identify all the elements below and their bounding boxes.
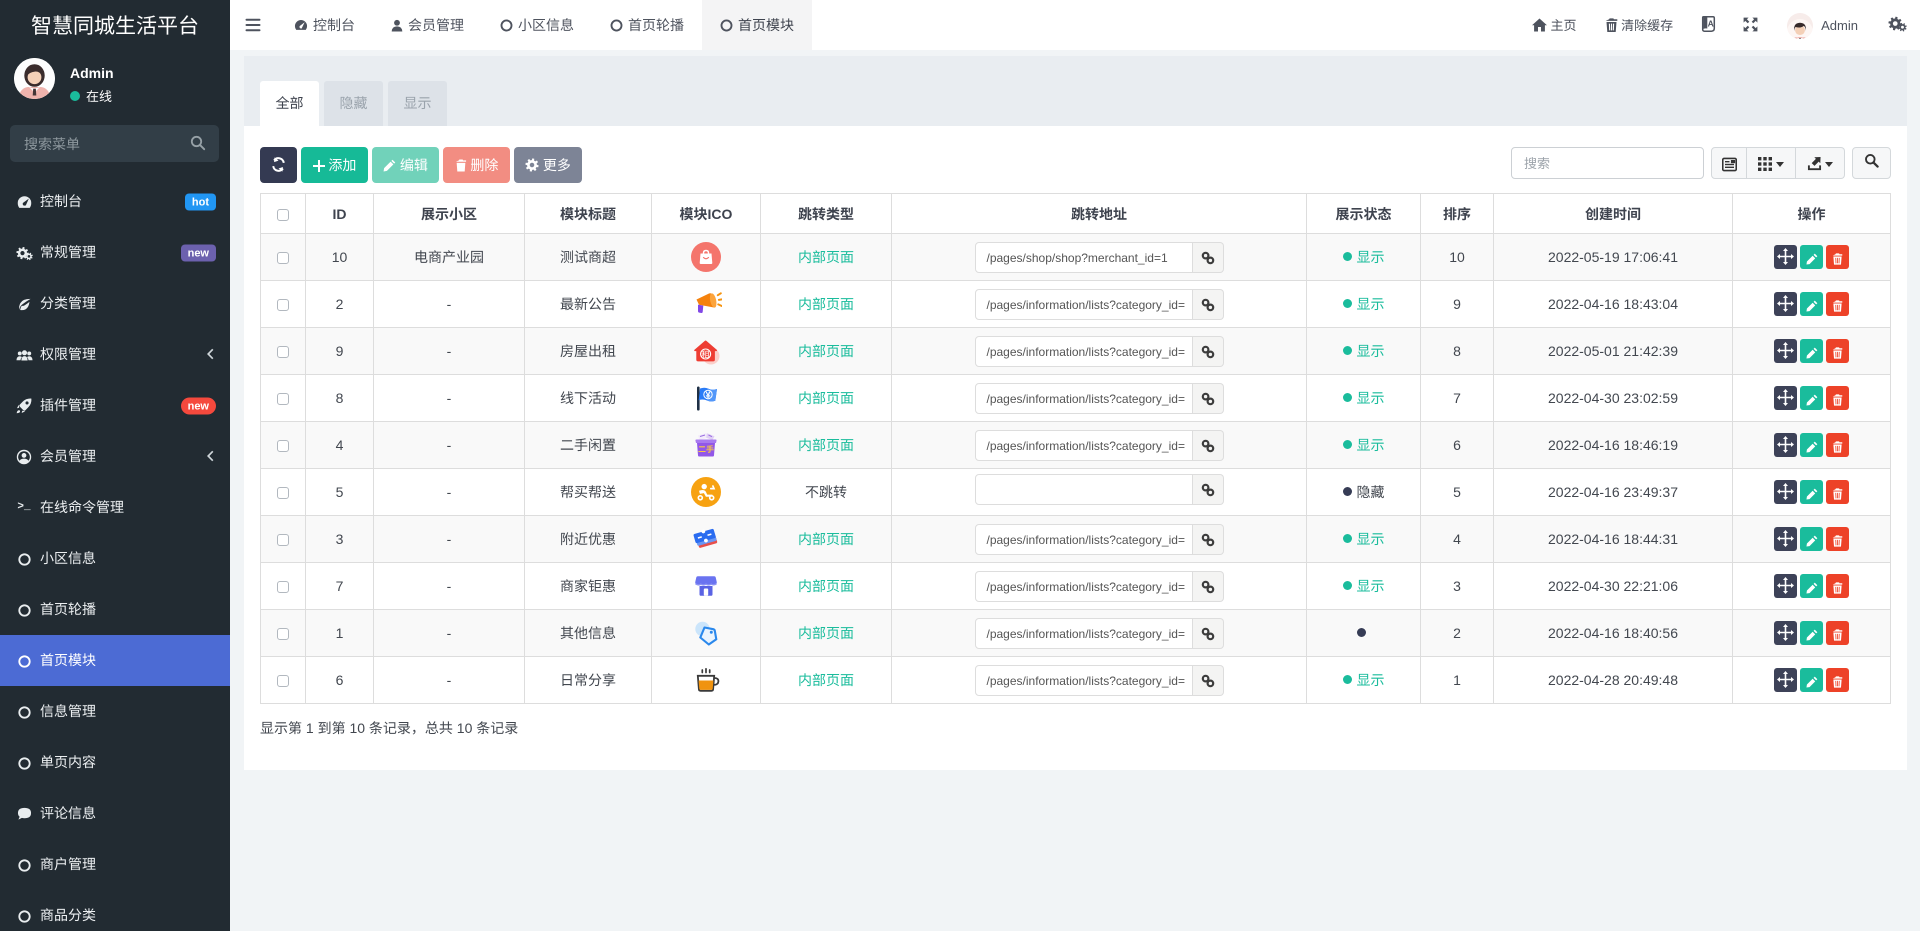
svg-text:¥: ¥ xyxy=(705,390,710,400)
svg-text:租: 租 xyxy=(701,348,710,360)
svg-text:二手: 二手 xyxy=(698,444,714,455)
svg-text:A: A xyxy=(1708,19,1714,29)
